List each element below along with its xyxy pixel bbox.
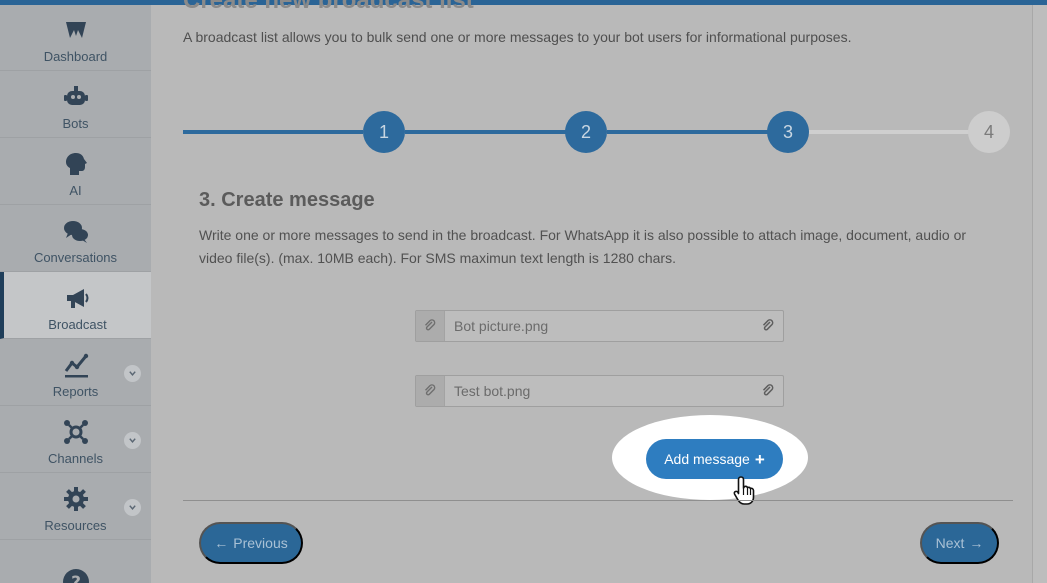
chevron-down-icon[interactable] bbox=[124, 499, 141, 516]
sidebar-item-label: Conversations bbox=[33, 250, 118, 265]
sidebar-item-label: Resources bbox=[44, 518, 107, 533]
sidebar-item-reports[interactable]: Reports bbox=[0, 339, 151, 406]
robot-icon bbox=[60, 82, 92, 112]
gear-icon bbox=[60, 484, 92, 514]
sidebar-item-dashboard[interactable]: Dashboard bbox=[0, 5, 151, 71]
sidebar-item-label: Bots bbox=[62, 116, 89, 131]
previous-button[interactable]: ← Previous bbox=[199, 522, 303, 564]
attach-file-icon[interactable] bbox=[753, 319, 783, 333]
dashboard-logo-icon bbox=[60, 15, 92, 45]
sidebar-item-label: Channels bbox=[48, 451, 103, 466]
main-content: Create new broadcast list A broadcast li… bbox=[151, 0, 1032, 583]
sidebar-item-broadcast[interactable]: Broadcast bbox=[0, 272, 151, 339]
chevron-down-icon[interactable] bbox=[124, 365, 141, 382]
stepper-line bbox=[809, 130, 971, 134]
page-description: A broadcast list allows you to bulk send… bbox=[183, 29, 852, 45]
attachment-filename: Bot picture.png bbox=[454, 318, 549, 334]
sidebar-item-label: Dashboard bbox=[43, 49, 108, 64]
chevron-down-icon[interactable] bbox=[124, 432, 141, 449]
attachment-field[interactable]: Bot picture.png bbox=[415, 310, 784, 342]
help-icon: ? bbox=[60, 567, 92, 583]
section-description: Write one or more messages to send in th… bbox=[199, 227, 967, 266]
sidebar: Dashboard Bots AI Conversations Broadcas… bbox=[0, 5, 151, 583]
chat-bubbles-icon bbox=[60, 216, 92, 246]
paperclip-icon bbox=[416, 311, 445, 341]
previous-label: Previous bbox=[233, 535, 288, 551]
sidebar-item-bots[interactable]: Bots bbox=[0, 71, 151, 138]
step-1[interactable]: 1 bbox=[363, 111, 405, 153]
sidebar-item-ai[interactable]: AI bbox=[0, 138, 151, 205]
step-2[interactable]: 2 bbox=[565, 111, 607, 153]
section-title: 3. Create message bbox=[199, 189, 375, 211]
sidebar-item-channels[interactable]: Channels bbox=[0, 406, 151, 473]
stepper-line bbox=[607, 130, 769, 134]
paperclip-icon bbox=[416, 376, 445, 406]
hand-pointer-cursor-icon bbox=[733, 476, 755, 505]
head-icon bbox=[60, 149, 92, 179]
attach-file-icon[interactable] bbox=[753, 384, 783, 398]
svg-text:?: ? bbox=[71, 573, 81, 583]
next-button[interactable]: Next → bbox=[920, 522, 999, 564]
step-3[interactable]: 3 bbox=[767, 111, 809, 153]
add-message-button[interactable]: Add message + bbox=[646, 439, 783, 479]
step-4[interactable]: 4 bbox=[968, 111, 1010, 153]
sidebar-item-resources[interactable]: Resources bbox=[0, 473, 151, 540]
right-scroll-gutter bbox=[1032, 5, 1047, 583]
stepper-line bbox=[405, 130, 567, 134]
line-chart-icon bbox=[60, 350, 92, 380]
sidebar-item-conversations[interactable]: Conversations bbox=[0, 205, 151, 272]
arrow-right-icon: → bbox=[969, 535, 984, 551]
footer-divider bbox=[183, 500, 1013, 501]
sidebar-item-label: AI bbox=[69, 183, 82, 198]
arrow-left-icon: ← bbox=[214, 535, 229, 551]
sidebar-item-help[interactable]: ? bbox=[0, 540, 151, 583]
progress-stepper: 1 2 3 4 bbox=[183, 111, 1010, 153]
attachment-filename: Test bot.png bbox=[454, 383, 531, 399]
network-icon bbox=[60, 417, 92, 447]
next-label: Next bbox=[935, 535, 965, 551]
plus-icon: + bbox=[754, 449, 765, 469]
sidebar-item-label: Reports bbox=[52, 384, 99, 399]
add-message-label: Add message bbox=[664, 451, 750, 467]
page-title: Create new broadcast list bbox=[183, 0, 474, 14]
megaphone-icon bbox=[62, 283, 94, 313]
stepper-line bbox=[183, 130, 363, 134]
sidebar-item-label: Broadcast bbox=[48, 317, 107, 332]
attachment-field[interactable]: Test bot.png bbox=[415, 375, 784, 407]
